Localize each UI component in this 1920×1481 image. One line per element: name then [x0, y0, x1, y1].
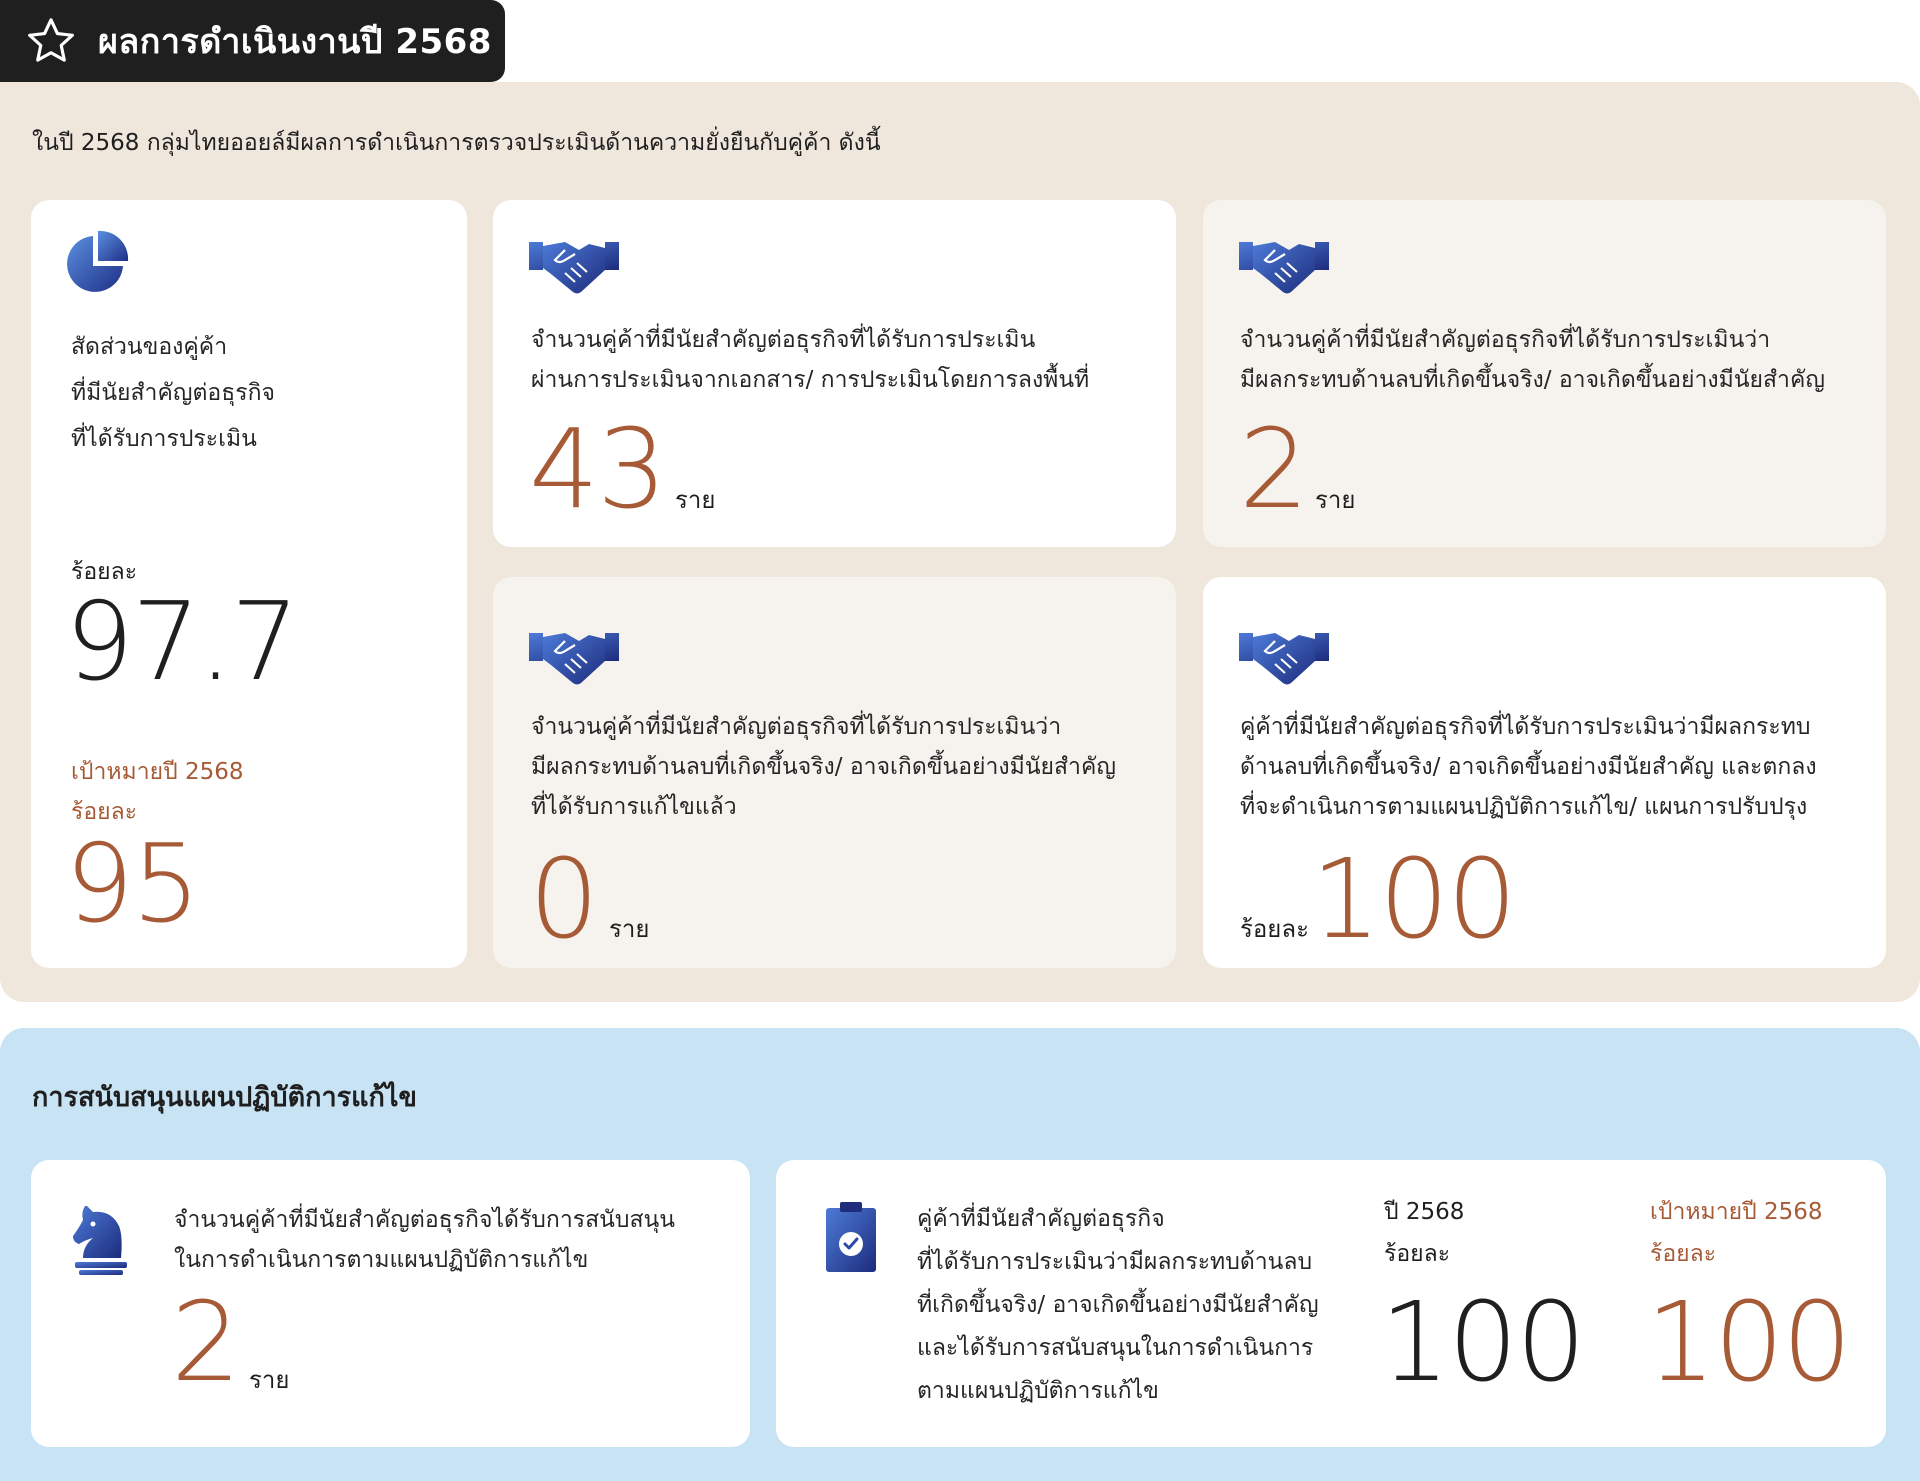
handshake-icon — [529, 242, 619, 294]
ratio-value: 97.7 — [65, 580, 299, 705]
support-rate-description: คู่ค้าที่มีนัยสำคัญต่อธุรกิจ ที่ได้รับกา… — [917, 1198, 1319, 1413]
support-count-card: จำนวนคู่ค้าที่มีนัยสำคัญต่อธุรกิจได้รับก… — [31, 1160, 750, 1447]
corrective-plan-description: คู่ค้าที่มีนัยสำคัญต่อธุรกิจที่ได้รับการ… — [1240, 707, 1817, 827]
support-count-unit: ราย — [249, 1366, 290, 1394]
intro-text: ในปี 2568 กลุ่มไทยออยล์มีผลการดำเนินการต… — [32, 130, 881, 156]
ratio-desc-line: ที่มีนัยสำคัญต่อธุรกิจ — [71, 380, 276, 406]
support-target-value: 100 — [1646, 1278, 1852, 1406]
support-rate-line: คู่ค้าที่มีนัยสำคัญต่อธุรกิจ — [917, 1206, 1165, 1232]
resolved-unit: ราย — [609, 915, 650, 943]
support-rate-line: ที่ได้รับการประเมินว่ามีผลกระทบด้านลบ — [917, 1249, 1313, 1275]
handshake-icon — [1239, 633, 1329, 685]
assessed-desc-line: ผ่านการประเมินจากเอกสาร/ การประเมินโดยกา… — [531, 367, 1090, 393]
corrective-desc-line: ที่จะดำเนินการตามแผนปฏิบัติการแก้ไข/ แผน… — [1240, 794, 1808, 820]
chess-knight-icon — [73, 1206, 127, 1275]
resolved-card: จำนวนคู่ค้าที่มีนัยสำคัญต่อธุรกิจที่ได้ร… — [493, 577, 1176, 968]
negative-desc-line: มีผลกระทบด้านลบที่เกิดขึ้นจริง/ อาจเกิดข… — [1240, 367, 1825, 393]
support-year-percent-label: ร้อยละ — [1384, 1241, 1451, 1267]
ratio-target-value: 95 — [65, 822, 200, 947]
resolved-value: 0 — [529, 835, 599, 963]
corrective-plan-card: คู่ค้าที่มีนัยสำคัญต่อธุรกิจที่ได้รับการ… — [1203, 577, 1886, 968]
page-title: ผลการดำเนินงานปี 2568 — [98, 22, 492, 62]
ratio-target-label: เป้าหมายปี 2568 — [71, 759, 244, 785]
support-rate-line: และได้รับการสนับสนุนในการดำเนินการ — [917, 1335, 1314, 1361]
ratio-desc-line: ที่ได้รับการประเมิน — [71, 426, 257, 452]
assessed-desc-line: จำนวนคู่ค้าที่มีนัยสำคัญต่อธุรกิจที่ได้ร… — [531, 327, 1036, 353]
support-year-value: 100 — [1380, 1278, 1586, 1406]
page-title-bar: ผลการดำเนินงานปี 2568 — [0, 0, 505, 82]
negative-impact-description: จำนวนคู่ค้าที่มีนัยสำคัญต่อธุรกิจที่ได้ร… — [1240, 320, 1825, 400]
assessed-description: จำนวนคู่ค้าที่มีนัยสำคัญต่อธุรกิจที่ได้ร… — [531, 320, 1089, 400]
corrective-desc-line: คู่ค้าที่มีนัยสำคัญต่อธุรกิจที่ได้รับการ… — [1240, 714, 1811, 740]
negative-impact-card: จำนวนคู่ค้าที่มีนัยสำคัญต่อธุรกิจที่ได้ร… — [1203, 200, 1886, 547]
pie-chart-icon — [67, 230, 129, 292]
corrective-plan-value: 100 — [1311, 835, 1517, 963]
support-section-title: การสนับสนุนแผนปฏิบัติการแก้ไข — [32, 1082, 417, 1113]
handshake-icon — [529, 633, 619, 685]
star-icon — [28, 18, 74, 62]
assessed-value: 43 — [529, 405, 667, 533]
resolved-desc-line: จำนวนคู่ค้าที่มีนัยสำคัญต่อธุรกิจที่ได้ร… — [531, 714, 1062, 740]
ratio-card: สัดส่วนของคู่ค้า ที่มีนัยสำคัญต่อธุรกิจ … — [31, 200, 467, 968]
clipboard-check-icon — [826, 1202, 876, 1272]
support-rate-card: คู่ค้าที่มีนัยสำคัญต่อธุรกิจ ที่ได้รับกา… — [776, 1160, 1886, 1447]
negative-desc-line: จำนวนคู่ค้าที่มีนัยสำคัญต่อธุรกิจที่ได้ร… — [1240, 327, 1771, 353]
ratio-description: สัดส่วนของคู่ค้า ที่มีนัยสำคัญต่อธุรกิจ … — [71, 324, 275, 462]
support-count-value: 2 — [171, 1278, 241, 1406]
handshake-icon — [1239, 242, 1329, 294]
support-count-line: จำนวนคู่ค้าที่มีนัยสำคัญต่อธุรกิจได้รับก… — [174, 1207, 675, 1233]
negative-impact-unit: ราย — [1315, 486, 1356, 514]
resolved-desc-line: ที่ได้รับการแก้ไขแล้ว — [531, 794, 737, 820]
support-rate-line: ที่เกิดขึ้นจริง/ อาจเกิดขึ้นอย่างมีนัยสำ… — [917, 1292, 1319, 1318]
corrective-desc-line: ด้านลบที่เกิดขึ้นจริง/ อาจเกิดขึ้นอย่างม… — [1240, 754, 1817, 780]
assessed-unit: ราย — [675, 486, 716, 514]
support-year-label: ปี 2568 — [1384, 1199, 1465, 1225]
support-count-line: ในการดำเนินการตามแผนปฏิบัติการแก้ไข — [174, 1247, 589, 1273]
support-count-description: จำนวนคู่ค้าที่มีนัยสำคัญต่อธุรกิจได้รับก… — [174, 1200, 675, 1280]
assessed-card: จำนวนคู่ค้าที่มีนัยสำคัญต่อธุรกิจที่ได้ร… — [493, 200, 1176, 547]
negative-impact-value: 2 — [1239, 405, 1309, 533]
support-target-label: เป้าหมายปี 2568 — [1650, 1199, 1823, 1225]
support-rate-line: ตามแผนปฏิบัติการแก้ไข — [917, 1378, 1159, 1404]
corrective-percent-label: ร้อยละ — [1240, 915, 1309, 943]
support-target-percent-label: ร้อยละ — [1650, 1241, 1717, 1267]
ratio-desc-line: สัดส่วนของคู่ค้า — [71, 334, 228, 360]
resolved-desc-line: มีผลกระทบด้านลบที่เกิดขึ้นจริง/ อาจเกิดข… — [531, 754, 1116, 780]
resolved-description: จำนวนคู่ค้าที่มีนัยสำคัญต่อธุรกิจที่ได้ร… — [531, 707, 1116, 827]
